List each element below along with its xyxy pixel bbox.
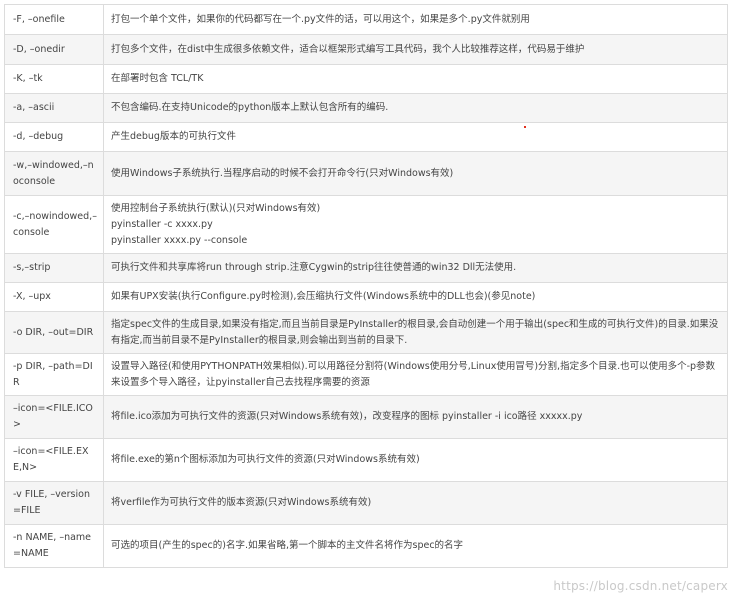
description-cell: 在部署时包含 TCL/TK <box>103 64 728 94</box>
option-cell: -p DIR, –path=DIR <box>4 353 104 396</box>
option-cell: -w,–windowed,–noconsole <box>4 151 104 196</box>
description-cell: 指定spec文件的生成目录,如果没有指定,而且当前目录是PyInstaller的… <box>103 311 728 354</box>
table-row: -v FILE, –version=FILE 将verfile作为可执行文件的版… <box>4 481 728 525</box>
description-cell: 使用控制台子系统执行(默认)(只对Windows有效) pyinstaller … <box>103 195 728 254</box>
description-cell: 使用Windows子系统执行.当程序启动的时候不会打开命令行(只对Windows… <box>103 151 728 196</box>
table-row: -F, –onefile 打包一个单个文件，如果你的代码都写在一个.py文件的话… <box>4 4 728 35</box>
option-cell: –icon=<FILE.EXE,N> <box>4 438 104 482</box>
description-cell: 打包一个单个文件，如果你的代码都写在一个.py文件的话，可以用这个，如果是多个.… <box>103 4 728 35</box>
option-cell: -v FILE, –version=FILE <box>4 481 104 525</box>
table-row: -n NAME, –name=NAME 可选的项目(产生的spec的)名字.如果… <box>4 524 728 568</box>
table-row: -D, –onedir 打包多个文件，在dist中生成很多依赖文件，适合以框架形… <box>4 34 728 65</box>
table-row: -d, –debug 产生debug版本的可执行文件 <box>4 122 728 152</box>
description-line: pyinstaller xxxx.py --console <box>111 234 248 246</box>
table-row: -p DIR, –path=DIR 设置导入路径(和使用PYTHONPATH效果… <box>4 353 728 396</box>
description-cell: 可选的项目(产生的spec的)名字.如果省略,第一个脚本的主文件名将作为spec… <box>103 524 728 568</box>
description-cell: 打包多个文件，在dist中生成很多依赖文件，适合以框架形式编写工具代码，我个人比… <box>103 34 728 65</box>
table-row: -o DIR, –out=DIR 指定spec文件的生成目录,如果没有指定,而且… <box>4 311 728 354</box>
table-row: -K, –tk 在部署时包含 TCL/TK <box>4 64 728 94</box>
option-cell: -D, –onedir <box>4 34 104 65</box>
table-row: -c,–nowindowed,–console 使用控制台子系统执行(默认)(只… <box>4 195 728 254</box>
option-cell: -d, –debug <box>4 122 104 152</box>
watermark: https://blog.csdn.net/caperx <box>553 579 728 593</box>
option-cell: -o DIR, –out=DIR <box>4 311 104 354</box>
option-cell: -X, –upx <box>4 282 104 312</box>
option-cell: –icon=<FILE.ICO> <box>4 395 104 439</box>
description-cell: 将file.ico添加为可执行文件的资源(只对Windows系统有效)，改变程序… <box>103 395 728 439</box>
table-row: -w,–windowed,–noconsole 使用Windows子系统执行.当… <box>4 151 728 196</box>
description-cell: 将verfile作为可执行文件的版本资源(只对Windows系统有效) <box>103 481 728 525</box>
description-cell: 不包含编码.在支持Unicode的python版本上默认包含所有的编码. <box>103 93 728 123</box>
description-line: 使用控制台子系统执行(默认)(只对Windows有效) <box>111 202 321 214</box>
table-row: -s,–strip 可执行文件和共享库将run through strip.注意… <box>4 253 728 283</box>
description-line: pyinstaller -c xxxx.py <box>111 218 213 230</box>
table-row: –icon=<FILE.ICO> 将file.ico添加为可执行文件的资源(只对… <box>4 395 728 439</box>
table-row: –icon=<FILE.EXE,N> 将file.exe的第n个图标添加为可执行… <box>4 438 728 482</box>
option-cell: -s,–strip <box>4 253 104 283</box>
option-cell: -F, –onefile <box>4 4 104 35</box>
description-cell: 将file.exe的第n个图标添加为可执行文件的资源(只对Windows系统有效… <box>103 438 728 482</box>
description-cell: 产生debug版本的可执行文件 <box>103 122 728 152</box>
option-cell: -a, –ascii <box>4 93 104 123</box>
description-cell: 如果有UPX安装(执行Configure.py时检测),会压缩执行文件(Wind… <box>103 282 728 312</box>
red-dot-mark <box>524 126 526 128</box>
option-cell: -n NAME, –name=NAME <box>4 524 104 568</box>
option-cell: -c,–nowindowed,–console <box>4 195 104 254</box>
table-row: -a, –ascii 不包含编码.在支持Unicode的python版本上默认包… <box>4 93 728 123</box>
description-cell: 设置导入路径(和使用PYTHONPATH效果相似).可以用路径分割符(Windo… <box>103 353 728 396</box>
options-table: -F, –onefile 打包一个单个文件，如果你的代码都写在一个.py文件的话… <box>4 4 728 568</box>
option-cell: -K, –tk <box>4 64 104 94</box>
description-cell: 可执行文件和共享库将run through strip.注意Cygwin的str… <box>103 253 728 283</box>
table-row: -X, –upx 如果有UPX安装(执行Configure.py时检测),会压缩… <box>4 282 728 312</box>
